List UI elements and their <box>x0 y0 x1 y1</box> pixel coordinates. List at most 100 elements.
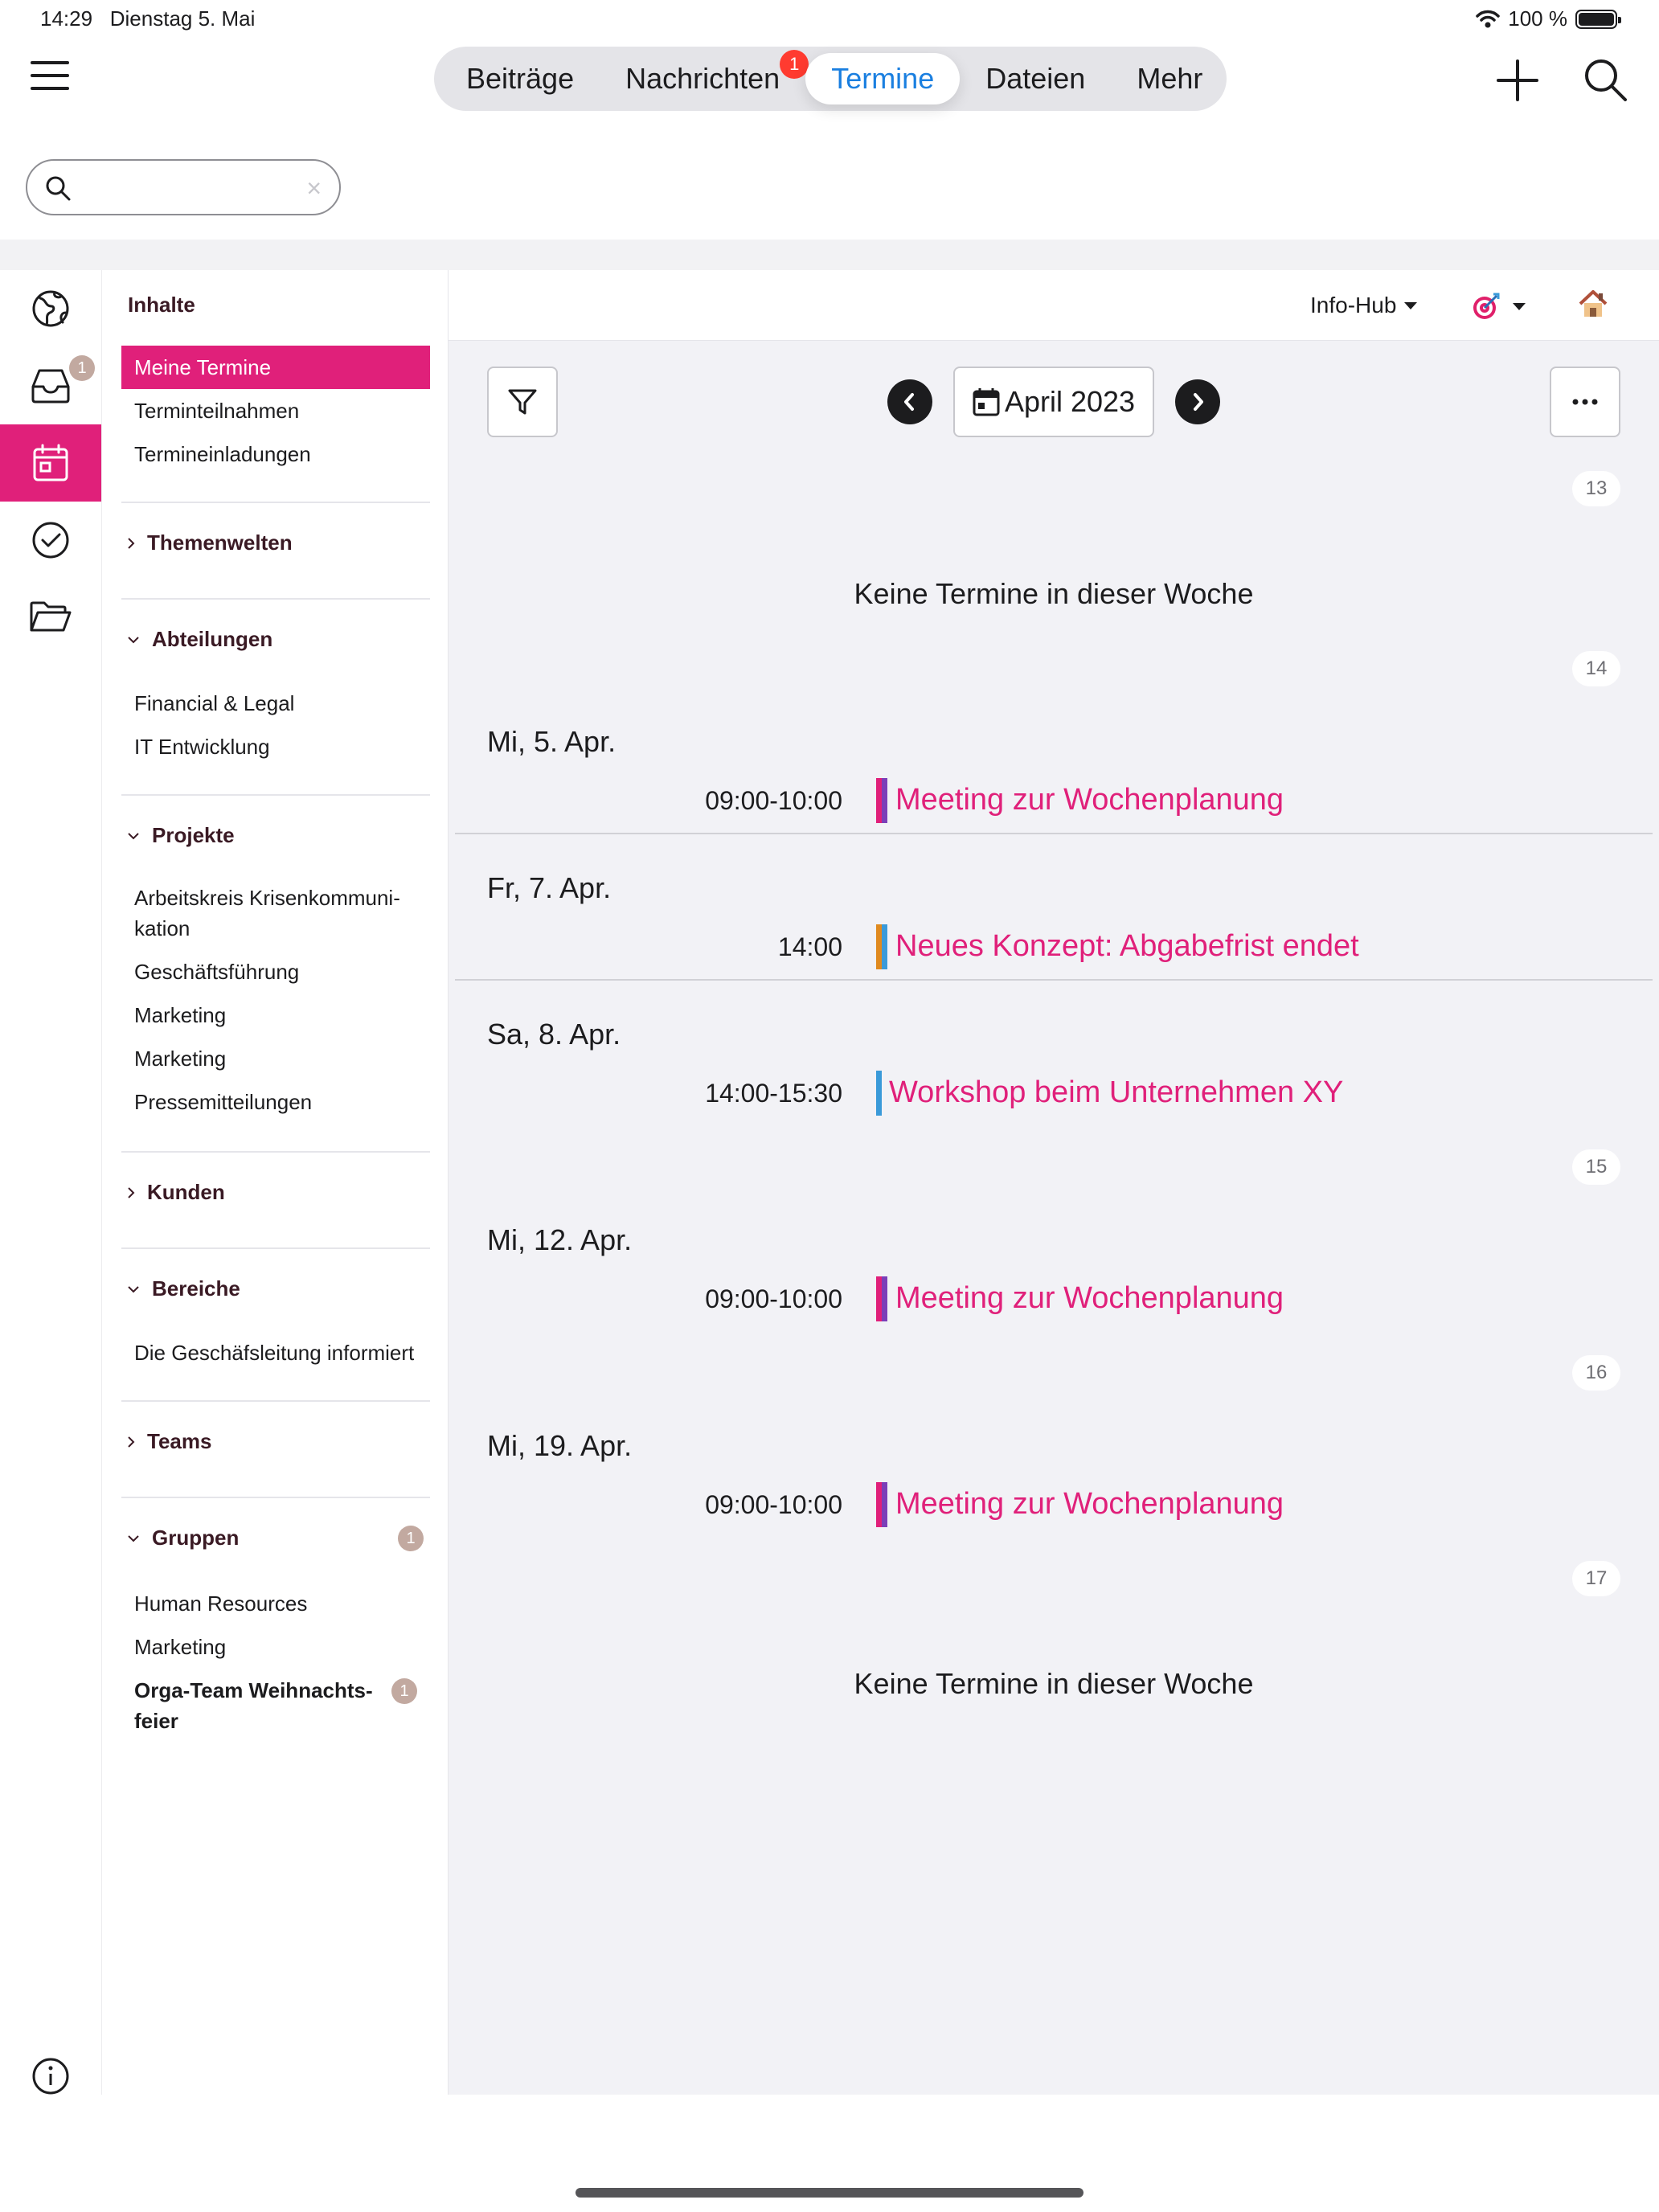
sidebar-item-orga-team[interactable]: Orga-Team Weihnachts-feier <box>121 1675 430 1736</box>
section-bereiche[interactable]: Bereiche <box>126 1276 240 1301</box>
divider <box>121 1247 430 1249</box>
day-header: Sa, 8. Apr. <box>487 1018 621 1051</box>
divider <box>121 1400 430 1402</box>
event-color-bar <box>876 1071 882 1116</box>
inbox-badge: 1 <box>69 355 95 381</box>
month-picker-button[interactable]: April 2023 <box>953 367 1154 437</box>
previous-month-button[interactable] <box>887 379 932 424</box>
sidebar-title: Inhalte <box>128 293 195 317</box>
event-color-bar <box>876 778 887 823</box>
divider <box>121 1151 430 1153</box>
event-time: 09:00-10:00 <box>705 786 842 815</box>
divider <box>455 833 1653 834</box>
divider <box>455 979 1653 981</box>
month-label: April 2023 <box>1004 385 1136 418</box>
sidebar-item-geschaeftsfuehrung[interactable]: Geschäftsführung <box>121 956 430 987</box>
clear-icon[interactable]: × <box>306 174 322 203</box>
tab-dateien[interactable]: Dateien <box>960 53 1111 104</box>
event-title: Meeting zur Wochenplanung <box>895 783 1284 817</box>
tab-mehr[interactable]: Mehr <box>1111 53 1228 104</box>
event-row[interactable]: 09:00-10:00 Meeting zur Wochenplanung <box>449 776 1659 828</box>
day-header: Fr, 7. Apr. <box>487 871 612 904</box>
chevron-right-icon <box>128 537 135 549</box>
tab-nachrichten[interactable]: Nachrichten 1 <box>600 50 809 104</box>
rail-item-files[interactable] <box>0 579 101 656</box>
sidebar: Inhalte Meine Termine Terminteilnahmen T… <box>101 270 449 2095</box>
tab-termine[interactable]: Termine <box>805 53 961 104</box>
section-projekte[interactable]: Projekte <box>126 823 235 848</box>
sidebar-item-financial-legal[interactable]: Financial & Legal <box>121 688 430 719</box>
sidebar-item-marketing-gruppe[interactable]: Marketing <box>121 1632 430 1662</box>
rail-item-world[interactable] <box>0 270 101 347</box>
event-color-bar <box>876 1482 887 1527</box>
chevron-right-icon <box>1194 393 1203 411</box>
event-row[interactable]: 14:00-15:30 Workshop beim Unternehmen XY <box>449 1069 1659 1120</box>
event-color-bar <box>876 1276 887 1321</box>
search-row: × <box>0 159 1659 240</box>
target-icon <box>1473 293 1500 319</box>
rail-item-calendar[interactable] <box>0 424 101 502</box>
caret-down-icon <box>1404 301 1418 309</box>
week-number: 13 <box>1572 471 1620 506</box>
event-title: Neues Konzept: Abgabefrist endet <box>895 929 1359 963</box>
check-circle-icon <box>32 522 69 559</box>
add-icon[interactable] <box>1495 58 1540 103</box>
status-time: 14:29 Dienstag 5. Mai <box>40 6 256 31</box>
filter-icon <box>508 389 537 415</box>
section-abteilungen[interactable]: Abteilungen <box>126 627 272 652</box>
info-hub-dropdown[interactable]: Info-Hub <box>1310 293 1418 318</box>
sidebar-item-pressemitteilungen[interactable]: Pressemitteilungen <box>121 1087 430 1117</box>
empty-week-text: Keine Termine in dieser Woche <box>854 1667 1254 1700</box>
home-indicator[interactable] <box>576 2188 1083 2198</box>
event-row[interactable]: 14:00 Neues Konzept: Abgabefrist endet <box>449 923 1659 974</box>
separator-band <box>0 240 1659 270</box>
next-month-button[interactable] <box>1175 379 1220 424</box>
event-time: 14:00 <box>777 932 842 961</box>
caret-down-icon <box>1513 302 1526 310</box>
sidebar-item-marketing[interactable]: Marketing <box>121 1000 430 1030</box>
rail-item-tasks[interactable] <box>0 502 101 579</box>
chevron-down-icon <box>128 636 139 643</box>
more-options-button[interactable] <box>1550 367 1620 437</box>
sidebar-item-termineinladungen[interactable]: Termineinladungen <box>121 439 430 469</box>
sidebar-item-human-resources[interactable]: Human Resources <box>121 1588 430 1619</box>
section-teams[interactable]: Teams <box>126 1429 211 1454</box>
search-icon[interactable] <box>1582 56 1630 104</box>
divider <box>121 1497 430 1498</box>
folder-open-icon <box>30 601 72 632</box>
menu-icon[interactable] <box>31 61 69 93</box>
orga-team-badge: 1 <box>391 1678 417 1704</box>
top-navigation: Beiträge Nachrichten 1 Termine Dateien Me… <box>0 39 1659 159</box>
event-title: Meeting zur Wochenplanung <box>895 1487 1284 1521</box>
sidebar-item-meine-termine[interactable]: Meine Termine <box>121 346 430 389</box>
week-number: 17 <box>1572 1561 1620 1596</box>
event-row[interactable]: 09:00-10:00 Meeting zur Wochenplanung <box>449 1275 1659 1326</box>
home-icon[interactable] <box>1577 288 1609 324</box>
divider <box>121 794 430 796</box>
week-number: 15 <box>1572 1149 1620 1185</box>
search-input[interactable] <box>88 170 297 204</box>
search-icon <box>46 176 71 201</box>
globe-icon <box>32 290 69 327</box>
section-themenwelten[interactable]: Themenwelten <box>126 530 293 555</box>
sidebar-item-it-entwicklung[interactable]: IT Entwicklung <box>121 731 430 762</box>
status-bar: 14:29 Dienstag 5. Mai 100 % <box>0 0 1659 39</box>
sidebar-item-terminteilnahmen[interactable]: Terminteilnahmen <box>121 395 430 426</box>
divider <box>121 502 430 503</box>
sidebar-item-geschaeftsleitung[interactable]: Die Geschäfsleitung informiert <box>121 1337 430 1368</box>
battery-percent: 100 % <box>1508 6 1567 31</box>
event-row[interactable]: 09:00-10:00 Meeting zur Wochenplanung <box>449 1481 1659 1532</box>
sidebar-item-marketing-2[interactable]: Marketing <box>121 1043 430 1074</box>
event-time: 14:00-15:30 <box>705 1079 842 1108</box>
target-dropdown[interactable] <box>1471 291 1526 322</box>
sidebar-item-arbeitskreis[interactable]: Arbeitskreis Krisenkommuni-kation <box>121 883 430 944</box>
tab-beitraege[interactable]: Beiträge <box>440 53 600 104</box>
notification-badge: 1 <box>780 50 809 79</box>
battery-icon <box>1575 9 1621 29</box>
day-header: Mi, 19. Apr. <box>487 1429 633 1462</box>
section-kunden[interactable]: Kunden <box>126 1180 225 1205</box>
section-gruppen[interactable]: Gruppen <box>126 1526 239 1550</box>
rail-item-info[interactable] <box>0 2056 101 2095</box>
info-icon <box>32 2058 69 2095</box>
filter-button[interactable] <box>487 367 558 437</box>
